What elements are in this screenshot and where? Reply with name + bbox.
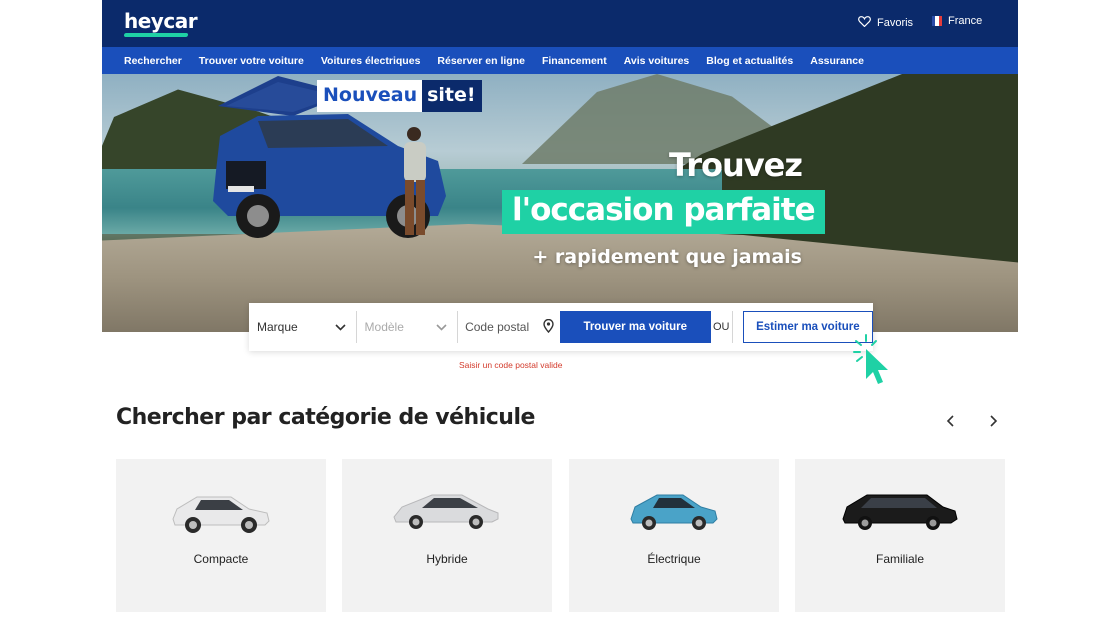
nav-item-reserver[interactable]: Réserver en ligne — [437, 55, 525, 67]
hero-headline-1: Trouvez — [668, 146, 803, 184]
postal-code-error: Saisir un code postal valide — [459, 360, 563, 370]
nav-item-blog[interactable]: Blog et actualités — [706, 55, 793, 67]
main-nav: Rechercher Trouver votre voiture Voiture… — [102, 47, 1018, 74]
make-select[interactable]: Marque — [249, 311, 357, 343]
category-card-compacte[interactable]: Compacte — [116, 459, 326, 612]
hero-person-image — [404, 127, 426, 235]
hybrid-car-image — [393, 494, 499, 529]
hero-headline-2: l'occasion parfaite — [502, 190, 825, 234]
nav-item-assurance[interactable]: Assurance — [810, 55, 864, 67]
france-flag-icon — [932, 16, 942, 26]
heycar-logo[interactable]: heycar — [124, 9, 198, 33]
badge-part1: Nouveau — [317, 80, 423, 112]
nav-item-rechercher[interactable]: Rechercher — [124, 55, 182, 67]
category-label: Familiale — [875, 552, 924, 566]
country-label: France — [948, 15, 983, 27]
page: heycar Favoris France Rechercher Trouver… — [102, 0, 1018, 630]
search-bar: Marque Modèle Code postal Trouver ma voi… — [249, 303, 874, 351]
nav-item-voitures-electriques[interactable]: Voitures électriques — [321, 55, 421, 67]
new-site-badge: Nouveau site! — [317, 80, 482, 112]
electric-car-image — [630, 494, 718, 530]
category-card-electrique[interactable]: Électrique — [569, 459, 779, 612]
nav-item-trouver-voiture[interactable]: Trouver votre voiture — [199, 55, 304, 67]
category-label: Hybride — [426, 552, 468, 566]
estate-car-image — [842, 494, 958, 530]
favorites-label: Favoris — [877, 16, 914, 29]
category-card-hybride[interactable]: Hybride — [342, 459, 552, 612]
heart-icon — [858, 15, 871, 30]
model-select-label: Modèle — [364, 320, 404, 334]
hero-banner: Nouveau site! Trouvez l'occasion parfait… — [102, 74, 1018, 332]
nav-item-financement[interactable]: Financement — [542, 55, 607, 67]
category-card-familiale[interactable]: Familiale — [795, 459, 1005, 612]
category-label: Compacte — [193, 552, 249, 566]
location-pin-icon[interactable] — [542, 318, 554, 336]
logo-accent — [123, 33, 189, 37]
click-cursor-icon — [853, 334, 888, 384]
chevron-left-icon[interactable] — [946, 414, 956, 432]
find-car-button[interactable]: Trouver ma voiture — [559, 311, 711, 343]
postal-code-placeholder: Code postal — [465, 320, 530, 334]
country-selector[interactable]: France — [932, 15, 982, 27]
category-section-title: Chercher par catégorie de véhicule — [116, 405, 535, 430]
hero-subheadline: + rapidement que jamais — [532, 246, 802, 268]
compact-car-image — [172, 496, 270, 533]
top-header: heycar Favoris France — [102, 0, 1018, 47]
nav-item-avis[interactable]: Avis voitures — [624, 55, 690, 67]
chevron-down-icon — [436, 320, 447, 334]
postal-code-input[interactable]: Code postal — [458, 311, 560, 343]
chevron-right-icon[interactable] — [988, 414, 998, 432]
category-label: Électrique — [647, 552, 701, 566]
favorites-link[interactable]: Favoris — [858, 15, 913, 30]
make-select-label: Marque — [257, 320, 298, 334]
or-separator: OU — [711, 311, 733, 343]
model-select[interactable]: Modèle — [357, 311, 459, 343]
chevron-down-icon — [334, 320, 346, 334]
badge-part2: site! — [422, 80, 482, 112]
